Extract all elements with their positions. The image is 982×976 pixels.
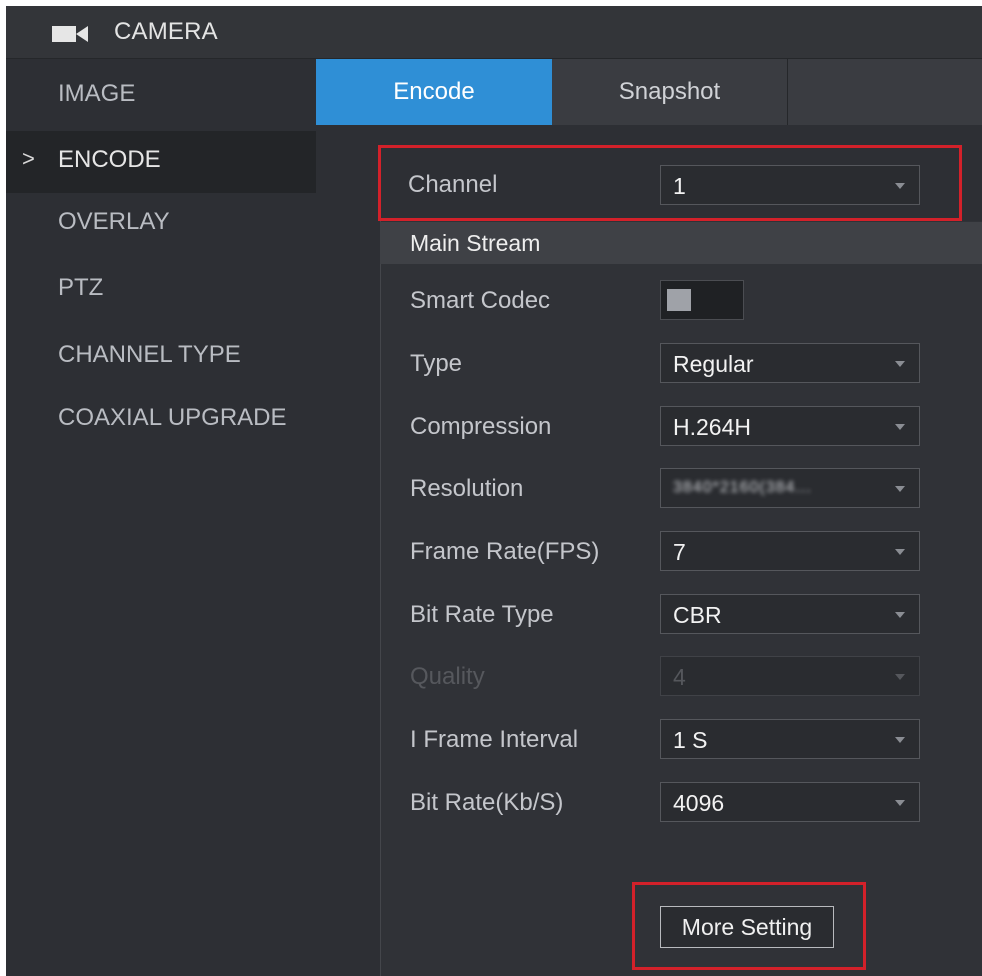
resolution-select[interactable]: 3840*2160(384... [660, 468, 920, 508]
compression-value: H.264H [673, 414, 751, 440]
sidebar-item-overlay[interactable]: OVERLAY [6, 193, 316, 255]
dropdown-arrow-icon [895, 612, 905, 618]
resolution-value: 3840*2160(384... [673, 479, 812, 496]
frame-rate-value: 7 [673, 539, 686, 565]
quality-label: Quality [410, 663, 485, 690]
bit-rate-value: 4096 [673, 790, 725, 816]
dropdown-arrow-icon [895, 674, 905, 680]
dropdown-arrow-icon [895, 800, 905, 806]
header-bar: CAMERA [6, 6, 982, 59]
channel-highlight-box [378, 145, 962, 221]
frame-rate-label: Frame Rate(FPS) [410, 538, 600, 565]
bit-rate-type-select[interactable]: CBR [660, 594, 920, 634]
dropdown-arrow-icon [895, 549, 905, 555]
i-frame-interval-select[interactable]: 1 S [660, 719, 920, 759]
frame-rate-select[interactable]: 7 [660, 531, 920, 571]
bit-rate-label: Bit Rate(Kb/S) [410, 789, 564, 816]
sidebar-item-label: ENCODE [58, 146, 161, 173]
video-camera-icon [52, 26, 88, 42]
dropdown-arrow-icon [895, 486, 905, 492]
sidebar-item-label: CHANNEL TYPE [58, 341, 241, 368]
smart-codec-toggle[interactable] [660, 280, 744, 320]
sidebar-item-label: OVERLAY [58, 208, 170, 235]
main-stream-header: Main Stream [380, 222, 982, 264]
type-select[interactable]: Regular [660, 343, 920, 383]
encode-panel: Channel 1 Main Stream Smart Codec Type R… [316, 125, 982, 976]
app-window: CAMERA IMAGE > ENCODE OVERLAY PTZ CHANNE… [6, 6, 982, 976]
type-value: Regular [673, 351, 754, 377]
bit-rate-type-value: CBR [673, 602, 722, 628]
sidebar-item-label: IMAGE [58, 80, 136, 107]
sidebar-item-label: COAXIAL UPGRADE [58, 404, 287, 431]
tab-snapshot[interactable]: Snapshot [552, 59, 788, 125]
sidebar: IMAGE > ENCODE OVERLAY PTZ CHANNEL TYPE … [6, 59, 316, 976]
tab-bar: Encode Snapshot [316, 59, 982, 125]
toggle-knob [667, 289, 691, 311]
i-frame-interval-value: 1 S [673, 727, 708, 753]
sidebar-item-encode[interactable]: > ENCODE [6, 131, 316, 193]
compression-label: Compression [410, 413, 552, 440]
resolution-label: Resolution [410, 475, 524, 502]
tab-encode[interactable]: Encode [316, 59, 552, 125]
main-stream-heading: Main Stream [410, 230, 541, 256]
dropdown-arrow-icon [895, 361, 905, 367]
bit-rate-select[interactable]: 4096 [660, 782, 920, 822]
dropdown-arrow-icon [895, 737, 905, 743]
sidebar-item-label: PTZ [58, 274, 104, 301]
sidebar-item-ptz[interactable]: PTZ [6, 259, 316, 321]
dropdown-arrow-icon [895, 424, 905, 430]
sidebar-item-channel-type[interactable]: CHANNEL TYPE [6, 326, 316, 388]
chevron-right-icon: > [22, 146, 35, 171]
bit-rate-type-label: Bit Rate Type [410, 601, 554, 628]
compression-select[interactable]: H.264H [660, 406, 920, 446]
more-setting-highlight-box [632, 882, 866, 970]
i-frame-interval-label: I Frame Interval [410, 726, 579, 753]
sidebar-item-coaxial-upgrade[interactable]: COAXIAL UPGRADE [6, 389, 316, 451]
quality-value: 4 [673, 664, 686, 690]
sidebar-item-image[interactable]: IMAGE [6, 65, 316, 127]
smart-codec-label: Smart Codec [410, 287, 551, 314]
type-label: Type [410, 350, 463, 377]
quality-select: 4 [660, 656, 920, 696]
page-title: CAMERA [114, 18, 218, 45]
